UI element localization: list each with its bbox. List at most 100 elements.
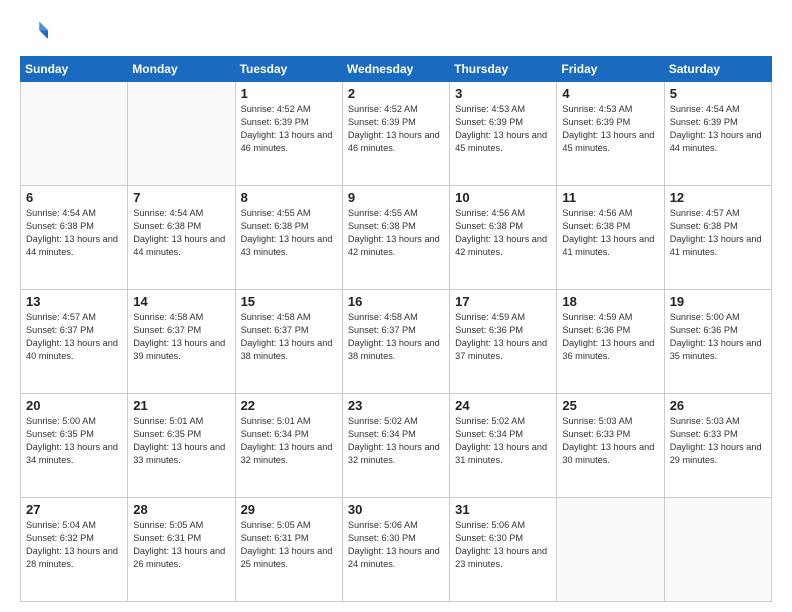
calendar-cell: 9 Sunrise: 4:55 AMSunset: 6:38 PMDaylight… [342,186,449,290]
day-number: 4 [562,86,658,101]
day-number: 9 [348,190,444,205]
day-number: 19 [670,294,766,309]
day-number: 26 [670,398,766,413]
day-info: Sunrise: 4:54 AMSunset: 6:38 PMDaylight:… [26,207,122,259]
calendar-week-3: 13 Sunrise: 4:57 AMSunset: 6:37 PMDayligh… [21,290,772,394]
calendar-week-5: 27 Sunrise: 5:04 AMSunset: 6:32 PMDayligh… [21,498,772,602]
weekday-header-sunday: Sunday [21,57,128,82]
calendar-cell: 26 Sunrise: 5:03 AMSunset: 6:33 PMDayligh… [664,394,771,498]
day-info: Sunrise: 5:05 AMSunset: 6:31 PMDaylight:… [133,519,229,571]
calendar-cell: 14 Sunrise: 4:58 AMSunset: 6:37 PMDayligh… [128,290,235,394]
weekday-header-thursday: Thursday [450,57,557,82]
day-info: Sunrise: 5:01 AMSunset: 6:35 PMDaylight:… [133,415,229,467]
day-number: 16 [348,294,444,309]
day-info: Sunrise: 4:58 AMSunset: 6:37 PMDaylight:… [241,311,337,363]
calendar-cell: 10 Sunrise: 4:56 AMSunset: 6:38 PMDayligh… [450,186,557,290]
calendar-cell: 30 Sunrise: 5:06 AMSunset: 6:30 PMDayligh… [342,498,449,602]
day-number: 27 [26,502,122,517]
day-info: Sunrise: 4:56 AMSunset: 6:38 PMDaylight:… [455,207,551,259]
day-number: 10 [455,190,551,205]
calendar-cell: 31 Sunrise: 5:06 AMSunset: 6:30 PMDayligh… [450,498,557,602]
day-number: 23 [348,398,444,413]
logo-icon [20,18,48,46]
calendar-cell: 28 Sunrise: 5:05 AMSunset: 6:31 PMDayligh… [128,498,235,602]
day-info: Sunrise: 5:02 AMSunset: 6:34 PMDaylight:… [348,415,444,467]
calendar-cell: 1 Sunrise: 4:52 AMSunset: 6:39 PMDaylight… [235,82,342,186]
weekday-header-friday: Friday [557,57,664,82]
calendar-cell: 21Sunrise: 5:01 AMSunset: 6:35 PMDayligh… [128,394,235,498]
day-number: 17 [455,294,551,309]
page: SundayMondayTuesdayWednesdayThursdayFrid… [0,0,792,612]
calendar-cell: 25 Sunrise: 5:03 AMSunset: 6:33 PMDayligh… [557,394,664,498]
day-number: 3 [455,86,551,101]
calendar-cell: 16 Sunrise: 4:58 AMSunset: 6:37 PMDayligh… [342,290,449,394]
weekday-header-saturday: Saturday [664,57,771,82]
day-info: Sunrise: 5:01 AMSunset: 6:34 PMDaylight:… [241,415,337,467]
weekday-header-row: SundayMondayTuesdayWednesdayThursdayFrid… [21,57,772,82]
calendar-cell: 23 Sunrise: 5:02 AMSunset: 6:34 PMDayligh… [342,394,449,498]
calendar-cell: 11 Sunrise: 4:56 AMSunset: 6:38 PMDayligh… [557,186,664,290]
calendar-cell [21,82,128,186]
day-info: Sunrise: 4:52 AMSunset: 6:39 PMDaylight:… [241,103,337,155]
day-number: 12 [670,190,766,205]
day-number: 8 [241,190,337,205]
day-number: 14 [133,294,229,309]
day-info: Sunrise: 4:54 AMSunset: 6:38 PMDaylight:… [133,207,229,259]
day-info: Sunrise: 4:55 AMSunset: 6:38 PMDaylight:… [348,207,444,259]
day-number: 6 [26,190,122,205]
day-info: Sunrise: 4:55 AMSunset: 6:38 PMDaylight:… [241,207,337,259]
calendar-cell: 5 Sunrise: 4:54 AMSunset: 6:39 PMDaylight… [664,82,771,186]
calendar-cell: 19 Sunrise: 5:00 AMSunset: 6:36 PMDayligh… [664,290,771,394]
day-info: Sunrise: 5:06 AMSunset: 6:30 PMDaylight:… [455,519,551,571]
logo [20,18,52,46]
calendar-cell: 15Sunrise: 4:58 AMSunset: 6:37 PMDayligh… [235,290,342,394]
calendar-cell: 8 Sunrise: 4:55 AMSunset: 6:38 PMDaylight… [235,186,342,290]
calendar-cell: 6 Sunrise: 4:54 AMSunset: 6:38 PMDaylight… [21,186,128,290]
day-number: 29 [241,502,337,517]
day-info: Sunrise: 4:56 AMSunset: 6:38 PMDaylight:… [562,207,658,259]
day-info: Sunrise: 4:54 AMSunset: 6:39 PMDaylight:… [670,103,766,155]
day-info: Sunrise: 5:04 AMSunset: 6:32 PMDaylight:… [26,519,122,571]
weekday-header-wednesday: Wednesday [342,57,449,82]
day-number: 28 [133,502,229,517]
day-info: Sunrise: 4:58 AMSunset: 6:37 PMDaylight:… [133,311,229,363]
day-info: Sunrise: 5:03 AMSunset: 6:33 PMDaylight:… [670,415,766,467]
day-number: 2 [348,86,444,101]
day-number: 25 [562,398,658,413]
weekday-header-monday: Monday [128,57,235,82]
day-number: 24 [455,398,551,413]
day-number: 11 [562,190,658,205]
day-number: 7 [133,190,229,205]
calendar-cell: 27 Sunrise: 5:04 AMSunset: 6:32 PMDayligh… [21,498,128,602]
day-info: Sunrise: 5:00 AMSunset: 6:35 PMDaylight:… [26,415,122,467]
day-number: 5 [670,86,766,101]
calendar-cell [128,82,235,186]
day-info: Sunrise: 5:02 AMSunset: 6:34 PMDaylight:… [455,415,551,467]
day-info: Sunrise: 5:06 AMSunset: 6:30 PMDaylight:… [348,519,444,571]
header [20,18,772,46]
day-info: Sunrise: 4:57 AMSunset: 6:37 PMDaylight:… [26,311,122,363]
day-info: Sunrise: 4:57 AMSunset: 6:38 PMDaylight:… [670,207,766,259]
calendar-week-1: 1 Sunrise: 4:52 AMSunset: 6:39 PMDaylight… [21,82,772,186]
day-info: Sunrise: 4:53 AMSunset: 6:39 PMDaylight:… [562,103,658,155]
day-info: Sunrise: 4:52 AMSunset: 6:39 PMDaylight:… [348,103,444,155]
calendar-cell [664,498,771,602]
calendar-cell: 4 Sunrise: 4:53 AMSunset: 6:39 PMDaylight… [557,82,664,186]
day-info: Sunrise: 5:03 AMSunset: 6:33 PMDaylight:… [562,415,658,467]
calendar-cell: 3 Sunrise: 4:53 AMSunset: 6:39 PMDaylight… [450,82,557,186]
calendar-cell [557,498,664,602]
day-number: 13 [26,294,122,309]
day-info: Sunrise: 4:53 AMSunset: 6:39 PMDaylight:… [455,103,551,155]
calendar-cell: 2 Sunrise: 4:52 AMSunset: 6:39 PMDaylight… [342,82,449,186]
day-info: Sunrise: 5:05 AMSunset: 6:31 PMDaylight:… [241,519,337,571]
day-info: Sunrise: 4:58 AMSunset: 6:37 PMDaylight:… [348,311,444,363]
calendar-cell: 20Sunrise: 5:00 AMSunset: 6:35 PMDayligh… [21,394,128,498]
day-number: 22 [241,398,337,413]
day-number: 31 [455,502,551,517]
calendar-cell: 17Sunrise: 4:59 AMSunset: 6:36 PMDayligh… [450,290,557,394]
day-info: Sunrise: 4:59 AMSunset: 6:36 PMDaylight:… [562,311,658,363]
day-number: 18 [562,294,658,309]
day-number: 30 [348,502,444,517]
day-number: 1 [241,86,337,101]
day-info: Sunrise: 5:00 AMSunset: 6:36 PMDaylight:… [670,311,766,363]
